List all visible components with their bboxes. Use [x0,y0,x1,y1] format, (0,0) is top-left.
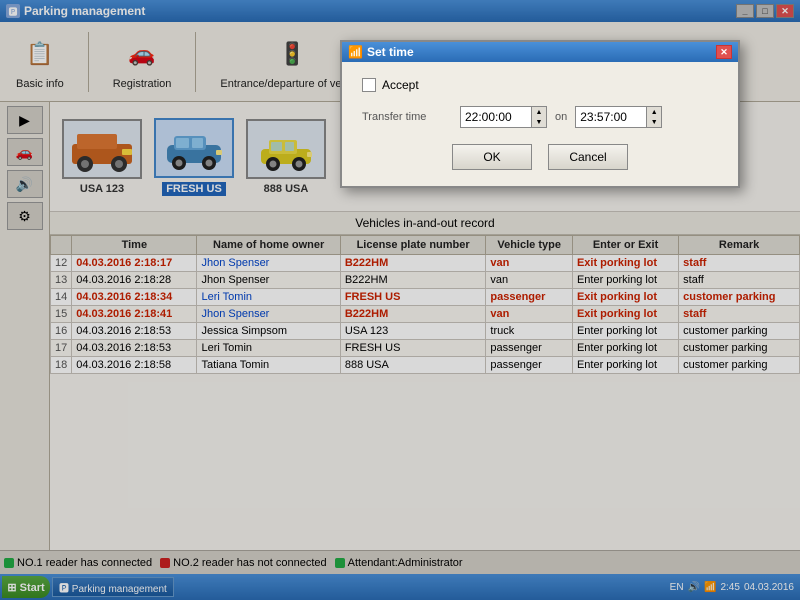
modal-buttons: OK Cancel [362,144,718,170]
accept-checkbox[interactable] [362,78,376,92]
transfer-time-up[interactable]: ▲ [532,107,546,117]
accept-row: Accept [362,78,718,92]
modal-body: Accept Transfer time ▲ ▼ on ▲ ▼ [342,62,738,186]
modal-title-icon: 📶 [348,45,363,59]
cancel-button[interactable]: Cancel [548,144,628,170]
transfer-time-spin: ▲ ▼ [531,107,546,127]
on-time-input[interactable] [576,108,646,126]
set-time-modal: 📶 Set time ✕ Accept Transfer time ▲ ▼ o [340,40,740,188]
on-time-spin: ▲ ▼ [646,107,661,127]
time-row: Transfer time ▲ ▼ on ▲ ▼ [362,106,718,128]
on-label: on [555,111,567,123]
on-time-up[interactable]: ▲ [647,107,661,117]
modal-overlay: 📶 Set time ✕ Accept Transfer time ▲ ▼ o [0,0,800,600]
transfer-time-input[interactable] [461,108,531,126]
modal-close-button[interactable]: ✕ [716,45,732,59]
accept-label: Accept [382,78,419,92]
ok-button[interactable]: OK [452,144,532,170]
modal-title-bar: 📶 Set time ✕ [342,42,738,62]
on-time-input-wrap: ▲ ▼ [575,106,662,128]
modal-title: Set time [367,45,414,59]
transfer-time-label: Transfer time [362,111,452,123]
on-time-down[interactable]: ▼ [647,117,661,127]
transfer-time-down[interactable]: ▼ [532,117,546,127]
transfer-time-input-wrap: ▲ ▼ [460,106,547,128]
